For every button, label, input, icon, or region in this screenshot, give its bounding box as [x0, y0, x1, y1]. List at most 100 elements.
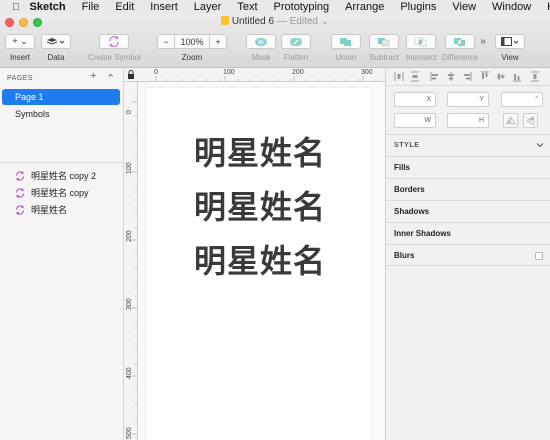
data-tool[interactable]: Data — [41, 34, 71, 62]
menu-window[interactable]: Window — [484, 1, 539, 13]
ruler-horizontal[interactable]: 0 100 200 300 — [124, 68, 385, 82]
fills-section[interactable]: Fills — [386, 156, 550, 178]
mask-button[interactable] — [246, 34, 276, 49]
menu-file[interactable]: File — [74, 1, 108, 13]
intersect-button[interactable] — [406, 34, 437, 49]
sidebar-divider — [0, 162, 124, 163]
page-label: Symbols — [15, 109, 50, 119]
subtract-label: Subtract — [369, 53, 399, 62]
difference-icon — [454, 37, 466, 46]
page-item-page-1[interactable]: Page 1 — [2, 89, 120, 105]
view-tool[interactable]: View — [495, 34, 525, 62]
create-symbol-tool[interactable]: Create Symbol — [88, 34, 141, 62]
collapse-pages-icon[interactable]: ⌃ — [106, 72, 116, 85]
sketch-document-icon — [220, 16, 229, 25]
align-middle-icon[interactable] — [496, 71, 506, 82]
rotation-field[interactable]: ° — [501, 92, 543, 107]
page-item-symbols[interactable]: Symbols — [2, 106, 120, 122]
text-layer[interactable]: 明星姓名 — [194, 128, 326, 174]
position-y-field[interactable]: Y — [447, 92, 489, 107]
align-left-icon[interactable] — [430, 71, 440, 82]
union-tool[interactable]: Union — [331, 34, 361, 62]
ruler-left-label: 400 — [126, 367, 133, 379]
insert-tool[interactable]: + ⌄ Insert — [5, 34, 35, 62]
text-layer[interactable]: 明星姓名 — [194, 182, 326, 228]
flip-horizontal-button[interactable] — [503, 113, 518, 128]
mask-label: Mask — [251, 53, 271, 62]
create-symbol-button[interactable] — [99, 34, 130, 49]
menu-edit[interactable]: Edit — [107, 1, 142, 13]
ruler-left-label: 300 — [126, 298, 133, 310]
layer-item[interactable]: 明星姓名 — [0, 201, 124, 218]
position-x-field[interactable]: X — [394, 92, 436, 107]
flatten-button[interactable] — [281, 34, 311, 49]
canvas[interactable]: 明星姓名 明星姓名 明星姓名 — [138, 82, 385, 440]
data-button[interactable] — [41, 34, 71, 49]
align-center-icon[interactable] — [446, 71, 456, 82]
borders-section[interactable]: Borders — [386, 178, 550, 200]
layer-item[interactable]: 明星姓名 copy — [0, 184, 124, 201]
menu-app[interactable]: Sketch — [20, 1, 74, 13]
blurs-section[interactable]: Blurs — [386, 244, 550, 266]
view-panel-icon — [501, 36, 519, 46]
flip-vertical-button[interactable] — [523, 113, 538, 128]
union-button[interactable] — [331, 34, 361, 49]
menu-layer[interactable]: Layer — [186, 1, 230, 13]
subtract-button[interactable] — [369, 34, 399, 49]
symbol-instance-icon — [15, 204, 25, 215]
ruler-lock-icon[interactable] — [127, 70, 135, 79]
menu-prototyping[interactable]: Prototyping — [266, 1, 338, 13]
menu-help[interactable]: Help — [539, 1, 550, 13]
add-page-icon[interactable]: + — [90, 70, 97, 82]
blur-checkbox[interactable] — [535, 252, 543, 260]
distribute-horizontal-icon[interactable] — [394, 71, 404, 82]
align-bottom-icon[interactable] — [512, 71, 522, 82]
mask-tool[interactable]: Mask — [246, 34, 276, 62]
view-button[interactable] — [495, 34, 525, 49]
union-icon — [340, 37, 351, 46]
ruler-left-label: 500 — [126, 427, 133, 439]
apple-icon[interactable]:  — [12, 2, 20, 13]
distribute-vertical-icon[interactable] — [410, 71, 420, 82]
layer-item[interactable]: 明星姓名 copy 2 — [0, 167, 124, 184]
ruler-vertical[interactable]: 0 100 200 300 400 500 — [124, 82, 138, 440]
menu-text[interactable]: Text — [229, 1, 265, 13]
document-name: Untitled 6 — [231, 16, 275, 27]
align-top-icon[interactable] — [480, 71, 490, 82]
ruler-left-label: 200 — [126, 230, 133, 242]
flip-horizontal-icon — [506, 115, 516, 125]
inner-shadows-label: Inner Shadows — [394, 229, 451, 238]
document-title[interactable]: Untitled 6 — Edited ⌄ — [0, 16, 550, 27]
menu-plugins[interactable]: Plugins — [392, 1, 444, 13]
zoom-controls: − 100% + — [157, 34, 227, 49]
ruler-top-label: 0 — [154, 69, 158, 76]
x-label: X — [426, 96, 431, 103]
artboard[interactable]: 明星姓名 明星姓名 明星姓名 — [146, 88, 371, 440]
flip-vertical-icon — [525, 116, 535, 126]
align-vertical-distribute-icon[interactable] — [530, 71, 540, 82]
zoom-out-button[interactable]: − — [157, 34, 175, 49]
insert-button[interactable]: + ⌄ — [5, 34, 35, 49]
width-field[interactable]: W — [394, 113, 436, 128]
difference-button[interactable] — [445, 34, 476, 49]
align-right-icon[interactable] — [462, 71, 472, 82]
zoom-tool: − 100% + Zoom — [157, 34, 227, 62]
menu-insert[interactable]: Insert — [142, 1, 186, 13]
zoom-level[interactable]: 100% — [175, 34, 209, 49]
difference-tool[interactable]: Difference — [442, 34, 478, 62]
toolbar-overflow[interactable]: » — [476, 34, 490, 49]
zoom-in-button[interactable]: + — [209, 34, 227, 49]
intersect-tool[interactable]: Intersect — [406, 34, 437, 62]
menu-view[interactable]: View — [444, 1, 484, 13]
text-layer[interactable]: 明星姓名 — [194, 236, 326, 282]
blurs-label: Blurs — [394, 250, 415, 260]
overflow-chevron-icon[interactable]: » — [476, 34, 490, 49]
style-section-header[interactable]: STYLE — [386, 134, 550, 156]
flatten-tool[interactable]: Flatten — [281, 34, 311, 62]
chevron-down-icon[interactable] — [536, 141, 544, 149]
subtract-tool[interactable]: Subtract — [369, 34, 399, 62]
menu-arrange[interactable]: Arrange — [337, 1, 392, 13]
inner-shadows-section[interactable]: Inner Shadows — [386, 222, 550, 244]
shadows-section[interactable]: Shadows — [386, 200, 550, 222]
height-field[interactable]: H — [447, 113, 489, 128]
